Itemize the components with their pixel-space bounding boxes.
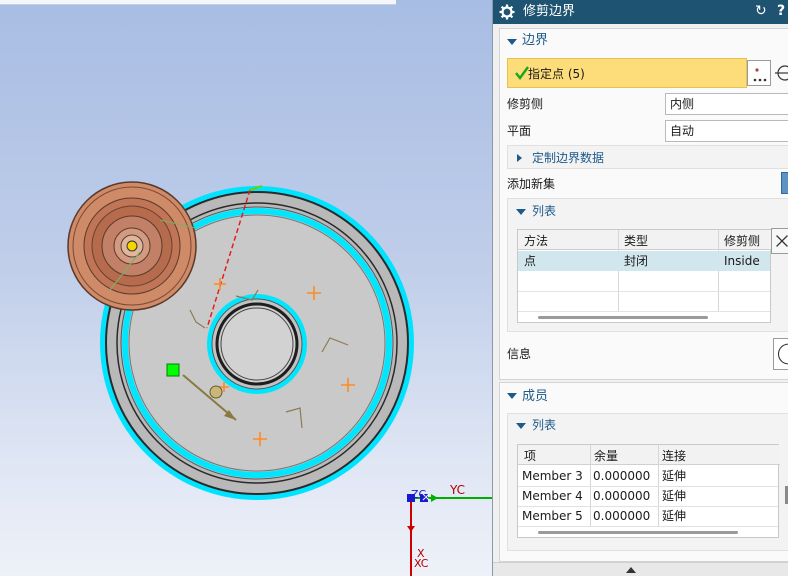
col-header-method[interactable]: 方法 [524,234,548,248]
cell-item: Member 4 [522,489,583,503]
reset-icon[interactable]: ↻ [755,3,767,19]
collapse-icon [516,423,526,429]
cell-connect: 延伸 [662,469,687,483]
collapse-icon [516,209,526,215]
info-icon [777,343,788,365]
cell-trim-side: Inside [724,254,760,268]
table-row[interactable]: Member 4 0.000000 延伸 [518,486,778,506]
dialog-title: 修剪边界 [523,4,576,19]
horizontal-scrollbar[interactable] [538,531,738,534]
dialog-titlebar: 修剪边界 ↻ ? [493,0,788,24]
axis-label-yc: YC [450,483,466,497]
table-row[interactable]: Member 3 0.000000 延伸 [518,466,778,486]
axis-label-zc: ZC [411,488,427,501]
add-new-set-label: 添加新集 [507,177,556,191]
col-header-type[interactable]: 类型 [624,234,648,248]
cell-stock: 0.000000 [593,469,651,483]
dialog-bottom-bar[interactable] [493,562,788,576]
expand-up-icon[interactable] [626,567,636,573]
axis-label-xc: XC [414,557,429,570]
members-section-header[interactable]: 成员 [500,383,788,405]
tool-center [126,240,138,252]
cell-item: Member 3 [522,469,583,483]
col-header-trim-side[interactable]: 修剪侧 [724,234,760,248]
custom-data-title: 定制边界数据 [532,151,605,165]
close-icon [776,235,788,247]
specify-points-row[interactable]: 指定点 (5) [507,58,747,88]
cell-stock: 0.000000 [593,509,651,523]
members-list-title: 列表 [532,418,557,432]
cell-method: 点 [524,254,537,268]
trim-side-select[interactable]: 内侧 [665,93,788,115]
collapse-icon [507,39,517,45]
boundary-list-table[interactable]: 方法 类型 修剪侧 点 封闭 Inside [517,229,772,323]
trim-side-label: 修剪侧 [507,97,544,111]
boundary-list-subsection: 列表 方法 类型 修剪侧 点 封闭 Inside [507,198,788,332]
info-label: 信息 [507,347,532,361]
members-list-subsection: 列表 项 余量 连接 Member 3 0.000000 延伸 Member 4… [507,413,788,551]
members-list-table[interactable]: 项 余量 连接 Member 3 0.000000 延伸 Member 4 0.… [517,444,780,538]
plane-select[interactable]: 自动 [665,120,788,142]
cell-stock: 0.000000 [593,489,651,503]
table-row[interactable]: Member 5 0.000000 延伸 [518,506,778,526]
cell-item: Member 5 [522,509,583,523]
point-snap-icon[interactable] [775,62,788,84]
table-header [518,445,780,465]
col-header-item[interactable]: 项 [524,449,536,463]
table-row[interactable]: 点 封闭 Inside [518,251,770,271]
members-section-title: 成员 [522,389,549,404]
point-constructor-icon [753,68,767,82]
point-dialog-button[interactable] [747,60,771,86]
collapse-icon [507,393,517,399]
remove-button[interactable] [771,228,788,254]
specify-points-label: 指定点 (5) [528,67,585,81]
add-new-set-button[interactable] [781,172,788,194]
custom-data-subsection[interactable]: 定制边界数据 [507,145,788,169]
col-header-connect[interactable]: 连接 [662,449,686,463]
boundary-section-header[interactable]: 边界 [500,29,788,51]
selection-marker [166,363,180,377]
cell-connect: 延伸 [662,509,687,523]
expand-icon [517,154,522,162]
help-button[interactable]: ? [777,3,785,19]
graphics-viewport[interactable]: ZC YC X XC [0,0,492,576]
info-button[interactable] [773,338,788,370]
cell-connect: 延伸 [662,489,687,503]
cell-type: 封闭 [624,254,649,268]
hub-bore-inner [220,307,294,381]
boundary-list-title: 列表 [532,204,557,218]
plane-label: 平面 [507,124,532,138]
gear-icon [499,4,515,20]
col-header-stock[interactable]: 余量 [594,449,618,463]
trim-boundary-dialog: 修剪边界 ↻ ? 边界 指定点 (5) 修剪侧 内侧 平面 自动 定制边界数据 … [492,0,788,576]
horizontal-scrollbar[interactable] [538,316,708,319]
boundary-section-title: 边界 [522,33,549,48]
